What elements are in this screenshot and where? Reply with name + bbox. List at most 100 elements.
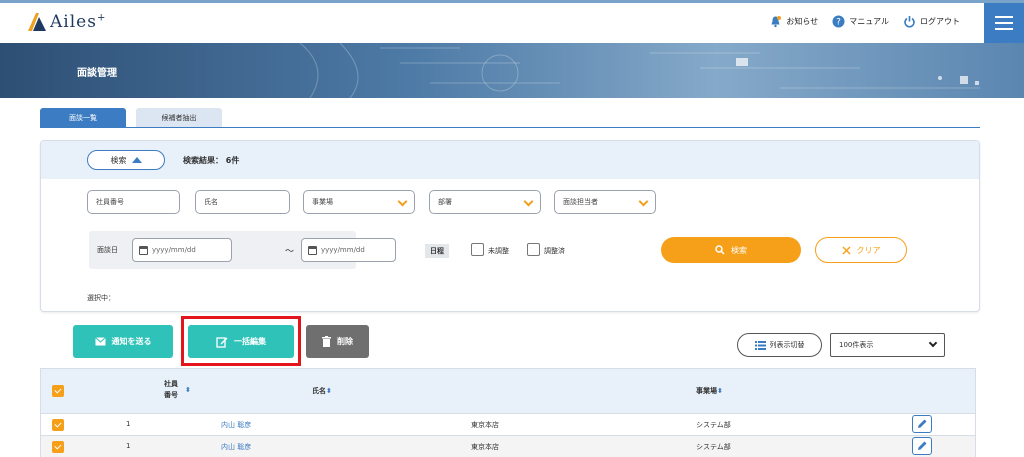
per-page-value: 100件表示 [839, 341, 874, 349]
search-toggle-button[interactable]: 検索 [87, 150, 165, 170]
employee-no-header-line2: 番号 [164, 391, 178, 399]
result-count: 6件 [225, 156, 240, 165]
date-from-input[interactable]: yyyy/mm/dd [132, 238, 232, 262]
close-icon [842, 246, 850, 254]
logout-label: ログアウト [920, 17, 960, 26]
tab-underline [40, 127, 980, 128]
cell-employee-no: 1 [126, 420, 131, 428]
hamburger-menu-button[interactable] [984, 3, 1024, 43]
tab-interview-list[interactable]: 面談一覧 [40, 108, 126, 127]
employee-no-input[interactable]: 社員番号 [87, 190, 180, 214]
tab-bar: 面談一覧 候補者抽出 [40, 108, 222, 127]
search-icon [715, 245, 725, 255]
logo[interactable]: Ailes+ [26, 11, 106, 33]
row-checkbox[interactable] [52, 441, 64, 453]
result-label: 検索結果： [183, 156, 223, 165]
pencil-icon [918, 419, 927, 428]
cell-site: システム部 [696, 443, 731, 451]
notice-link[interactable]: お知らせ [769, 15, 818, 28]
search-panel-header: 検索 検索結果： 6件 [41, 141, 979, 179]
notice-label: お知らせ [786, 17, 819, 26]
select-all-checkbox[interactable] [52, 385, 64, 397]
table-row[interactable]: 1 内山 聡彦 東京本店 システム部 [41, 413, 975, 435]
name-header-label: 氏名 [312, 387, 326, 395]
help-icon: ? [832, 15, 845, 28]
per-page-select[interactable]: 100件表示 [830, 333, 945, 357]
cell-name-link[interactable]: 内山 聡彦 [221, 442, 251, 452]
search-button[interactable]: 検索 [661, 237, 801, 263]
row-checkbox[interactable] [52, 419, 64, 431]
name-placeholder: 氏名 [204, 198, 218, 206]
date-range-separator: ～ [285, 247, 295, 257]
calendar-icon [139, 245, 148, 255]
logout-link[interactable]: ログアウト [903, 15, 960, 28]
employee-no-placeholder: 社員番号 [96, 198, 124, 206]
adjusted-label: 調整済 [544, 247, 565, 255]
name-input[interactable]: 氏名 [195, 190, 290, 214]
row-edit-button[interactable] [912, 415, 932, 433]
cell-office: 東京本店 [471, 421, 499, 429]
selected-label: 選択中： [87, 294, 115, 302]
logo-plus: + [96, 12, 107, 24]
send-notification-button[interactable]: 通知を送る [73, 325, 173, 358]
cell-name-link[interactable]: 内山 聡彦 [221, 420, 251, 430]
interview-date-range: 面談日 yyyy/mm/dd ～ yyyy/mm/dd [89, 231, 396, 269]
chevron-down-icon [523, 196, 534, 207]
pencil-icon [918, 441, 927, 450]
column-toggle-button[interactable]: 列表示切替 [737, 333, 822, 357]
sort-icon: ⬍ [717, 387, 723, 395]
interview-table: 社員 番号 ⬍ 氏名⬍ 事業場⬍ 1 内山 聡彦 東京本店 システム部 1 内山… [40, 368, 976, 457]
banner-decoration [299, 43, 980, 98]
search-panel: 検索 検索結果： 6件 社員番号 氏名 事業場 部署 面談担当者 面談日 yyy… [40, 140, 980, 312]
unadjusted-label: 未調整 [488, 247, 509, 255]
interviewer-select[interactable]: 面談担当者 [554, 190, 656, 214]
row-edit-button[interactable] [912, 437, 932, 455]
interviewer-select-value: 面談担当者 [563, 198, 598, 206]
department-select-value: 部署 [438, 198, 452, 206]
sort-icon: ⬍ [326, 387, 332, 395]
search-toggle-label: 検索 [110, 155, 127, 165]
site-header-label: 事業場 [696, 387, 717, 395]
mail-icon [94, 337, 106, 346]
schedule-label: 日程 [425, 244, 449, 258]
calendar-icon [308, 245, 317, 255]
chevron-down-icon [928, 338, 938, 348]
date-to-placeholder: yyyy/mm/dd [321, 246, 365, 254]
column-header-employee-no[interactable]: 社員 番号 ⬍ [164, 379, 191, 401]
app-header: Ailes+ お知らせ ? マニュアル ログアウト [0, 3, 1024, 43]
delete-button[interactable]: 削除 [306, 325, 369, 358]
tab-candidate-extraction[interactable]: 候補者抽出 [136, 108, 222, 127]
cell-employee-no: 1 [126, 442, 131, 450]
cell-office: 東京本店 [471, 443, 499, 451]
search-button-label: 検索 [731, 245, 747, 255]
site-select[interactable]: 事業場 [303, 190, 415, 214]
column-header-name[interactable]: 氏名⬍ [312, 386, 332, 396]
send-notification-label: 通知を送る [111, 337, 152, 346]
bell-icon [769, 15, 782, 28]
date-to-input[interactable]: yyyy/mm/dd [301, 238, 396, 262]
caret-up-icon [131, 157, 142, 163]
page-banner: 面談管理 [0, 43, 1024, 98]
chevron-down-icon [397, 196, 408, 207]
power-icon [903, 15, 916, 28]
chevron-down-icon [638, 196, 649, 207]
manual-label: マニュアル [849, 17, 889, 26]
annotation-highlight-box [181, 316, 301, 366]
clear-button-label: クリア [856, 245, 881, 255]
search-result-summary: 検索結果： 6件 [183, 155, 239, 166]
adjusted-checkbox[interactable] [527, 243, 540, 256]
employee-no-header-line1: 社員 [164, 380, 178, 388]
logo-text: Ailes [50, 12, 97, 32]
sort-icon: ⬍ [185, 386, 191, 394]
department-select[interactable]: 部署 [429, 190, 541, 214]
page-title: 面談管理 [77, 68, 117, 79]
logo-mark-icon [28, 13, 46, 31]
cell-site: システム部 [696, 421, 731, 429]
svg-text:?: ? [836, 18, 841, 28]
date-label: 面談日 [97, 246, 118, 254]
column-header-site[interactable]: 事業場⬍ [696, 386, 723, 396]
manual-link[interactable]: ? マニュアル [832, 15, 889, 28]
clear-button[interactable]: クリア [815, 237, 907, 263]
unadjusted-checkbox[interactable] [471, 243, 484, 256]
table-row[interactable]: 1 内山 聡彦 東京本店 システム部 [41, 435, 975, 457]
